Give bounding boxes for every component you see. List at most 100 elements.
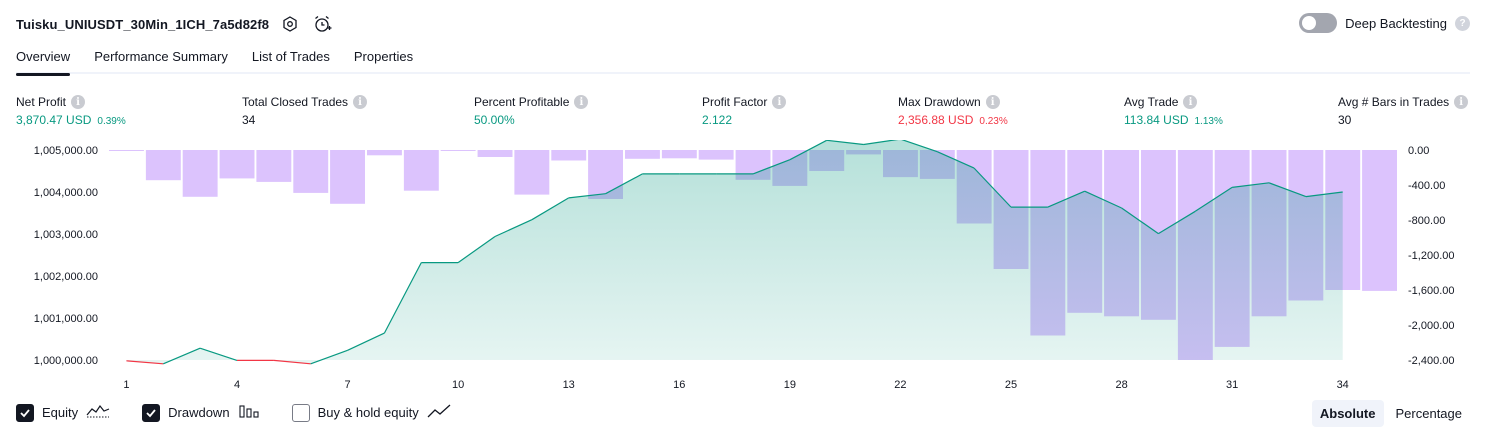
left-axis-tick: 1,001,000.00 (34, 313, 98, 325)
left-axis-tick: 1,003,000.00 (34, 229, 98, 241)
metric-label: Profit Factor (702, 95, 768, 109)
legend-equity[interactable]: Equity (16, 403, 110, 422)
percentage-button[interactable]: Percentage (1388, 400, 1471, 427)
strategy-header: Tuisku_UNIUSDT_30Min_1ICH_7a5d82f8 (16, 12, 333, 36)
left-axis-tick: 1,005,000.00 (34, 145, 98, 157)
drawdown-bar (625, 150, 660, 159)
right-axis-tick: -800.00 (1408, 215, 1445, 227)
metric-percent: 1.13% (1194, 116, 1223, 127)
metric-profit-factor: Profit Factor i 2.122 (702, 94, 787, 127)
metric-label: Avg # Bars in Trades (1338, 95, 1450, 109)
x-axis: 1 4 7 10 13 16 19 22 25 28 31 34 (123, 379, 1348, 390)
right-axis-tick: -1,200.00 (1408, 250, 1454, 262)
x-axis-tick: 10 (452, 379, 464, 390)
settings-hexagon-icon[interactable] (279, 13, 301, 35)
tab-performance-summary[interactable]: Performance Summary (94, 44, 228, 74)
info-icon[interactable]: i (71, 95, 86, 109)
drawdown-bar (182, 150, 218, 197)
metric-label: Max Drawdown (898, 95, 981, 109)
x-axis-tick: 7 (345, 379, 351, 390)
legend-drawdown[interactable]: Drawdown (142, 403, 259, 422)
drawdown-bar (551, 150, 587, 161)
checkbox-unchecked-icon[interactable] (291, 403, 310, 422)
x-axis-tick: 4 (234, 379, 240, 390)
drawdown-bar (256, 150, 292, 182)
equity-line-icon (86, 403, 110, 422)
metric-percent: 0.23% (979, 116, 1008, 127)
deep-backtesting-control: Deep Backtesting ? (1299, 13, 1470, 33)
drawdown-bar (145, 150, 181, 181)
right-axis-tick: -1,600.00 (1408, 285, 1454, 297)
drawdown-bar (661, 150, 697, 159)
equity-drawdown-chart[interactable]: 1,005,000.00 1,004,000.00 1,003,000.00 1,00… (0, 140, 1486, 390)
metric-percent: 0.39% (97, 116, 126, 127)
x-axis-tick: 19 (784, 379, 796, 390)
alarm-clock-plus-icon[interactable] (311, 13, 333, 35)
metric-label: Net Profit (16, 95, 67, 109)
drawdown-bars-icon (238, 403, 260, 422)
x-axis-tick: 1 (123, 379, 129, 390)
info-icon[interactable]: i (772, 95, 787, 109)
metric-label: Avg Trade (1124, 95, 1179, 109)
legend-label: Equity (42, 405, 79, 420)
info-icon[interactable]: i (574, 95, 589, 109)
right-axis-tick: 0.00 (1408, 145, 1429, 157)
x-axis-tick: 25 (1005, 379, 1017, 390)
metric-label: Total Closed Trades (242, 95, 349, 109)
right-axis-tick: -2,000.00 (1408, 320, 1454, 332)
drawdown-bar (1362, 150, 1397, 291)
metric-value: 50.00% (474, 113, 515, 127)
x-axis-tick: 16 (673, 379, 685, 390)
left-axis-tick: 1,000,000.00 (34, 355, 98, 367)
metric-value: 113.84 USD (1124, 113, 1189, 127)
absolute-button[interactable]: Absolute (1311, 400, 1384, 427)
help-icon[interactable]: ? (1455, 15, 1470, 31)
metric-value: 3,870.47 USD (16, 113, 92, 127)
metric-avg-trade: Avg Trade i 113.84 USD 1.13% (1124, 94, 1223, 127)
metric-value: 30 (1338, 113, 1352, 127)
x-axis-tick: 28 (1115, 379, 1127, 390)
tab-list-of-trades[interactable]: List of Trades (252, 44, 330, 74)
metric-percent-profitable: Percent Profitable i 50.00% (474, 94, 589, 127)
tab-overview[interactable]: Overview (16, 44, 71, 76)
metric-max-drawdown: Max Drawdown i 2,356.88 USD 0.23% (898, 94, 1008, 127)
left-axis: 1,005,000.00 1,004,000.00 1,003,000.00 1,00… (34, 145, 98, 367)
tab-properties[interactable]: Properties (354, 44, 413, 74)
info-icon[interactable]: i (1183, 95, 1198, 109)
legend-label: Drawdown (168, 405, 230, 420)
drawdown-bar (403, 150, 439, 191)
left-axis-tick: 1,002,000.00 (34, 271, 98, 283)
info-icon[interactable]: i (353, 95, 368, 109)
info-icon[interactable]: i (985, 95, 1000, 109)
strategy-title: Tuisku_UNIUSDT_30Min_1ICH_7a5d82f8 (16, 16, 270, 32)
checkbox-checked-icon[interactable] (16, 403, 34, 422)
drawdown-bar (293, 150, 329, 193)
metric-total-closed-trades: Total Closed Trades i 34 (242, 94, 368, 127)
right-axis-tick: -400.00 (1408, 180, 1445, 192)
right-axis-tick: -2,400.00 (1408, 355, 1454, 367)
drawdown-bar (330, 150, 365, 204)
x-axis-tick: 13 (563, 379, 575, 390)
deep-backtesting-toggle[interactable] (1299, 13, 1338, 33)
x-axis-tick: 34 (1337, 379, 1349, 390)
drawdown-bar (477, 150, 513, 157)
metric-label: Percent Profitable (474, 95, 570, 109)
right-axis: 0.00 -400.00 -800.00 -1,200.00 -1,600.00 -2,0… (1408, 145, 1454, 367)
buy-hold-line-icon (427, 403, 451, 422)
left-axis-tick: 1,004,000.00 (34, 187, 98, 199)
checkbox-checked-icon[interactable] (142, 403, 161, 422)
x-axis-tick: 22 (894, 379, 906, 390)
deep-backtesting-label: Deep Backtesting (1345, 15, 1447, 31)
drawdown-bar (219, 150, 255, 179)
drawdown-bar (440, 150, 476, 151)
drawdown-bar (109, 150, 144, 151)
drawdown-bar (514, 150, 550, 195)
drawdown-bar (698, 150, 734, 160)
legend-buy-hold-equity[interactable]: Buy & hold equity (291, 403, 451, 422)
tab-bar: Overview Performance Summary List of Tra… (16, 44, 1470, 76)
legend-label: Buy & hold equity (317, 405, 419, 420)
metric-net-profit: Net Profit i 3,870.47 USD 0.39% (16, 94, 126, 127)
info-icon[interactable]: i (1454, 95, 1469, 109)
drawdown-bar (367, 150, 402, 156)
metric-avg-bars: Avg # Bars in Trades i 30 (1338, 94, 1469, 127)
